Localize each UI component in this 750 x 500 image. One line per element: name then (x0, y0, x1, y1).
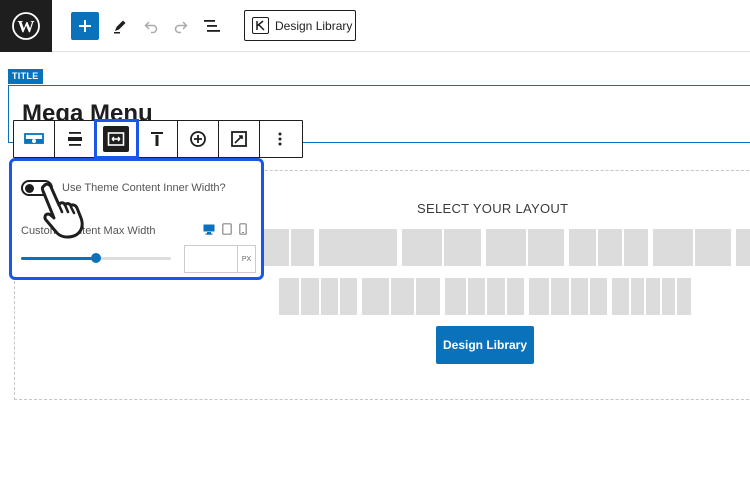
layout-option[interactable] (736, 229, 750, 266)
undo-icon (144, 21, 158, 34)
select-layout-heading: SELECT YOUR LAYOUT (417, 201, 569, 216)
layout-option[interactable] (319, 229, 397, 266)
layout-option[interactable] (445, 278, 524, 315)
svg-text:W: W (18, 17, 35, 36)
undo-button[interactable] (139, 14, 163, 38)
editor-top-toolbar: W Design Library (0, 0, 750, 52)
edit-image-icon (231, 131, 247, 147)
tools-button[interactable] (108, 14, 132, 38)
vertical-align-button[interactable] (137, 121, 178, 157)
layout-option[interactable] (279, 278, 357, 315)
layout-option[interactable] (486, 229, 564, 266)
pencil-icon (114, 20, 126, 34)
list-view-button[interactable] (200, 14, 224, 38)
content-width-icon (107, 132, 125, 146)
desktop-icon[interactable] (203, 224, 215, 235)
align-button[interactable] (55, 121, 96, 157)
layout-option[interactable] (402, 229, 481, 266)
tablet-icon[interactable] (222, 223, 232, 235)
layout-options-row-1 (262, 229, 750, 266)
layout-option[interactable] (262, 229, 314, 266)
block-toolbar (13, 119, 303, 159)
section-block-button[interactable] (14, 121, 55, 157)
add-block-button[interactable] (71, 12, 99, 40)
redo-button[interactable] (169, 14, 193, 38)
design-library-top-label: Design Library (275, 18, 353, 33)
section-block-icon (24, 133, 44, 144)
add-circle-icon (190, 131, 206, 147)
max-width-input[interactable] (184, 245, 238, 273)
editor-page: W Design Library TITLE Mega Menu SELECT … (0, 0, 750, 500)
add-inner-block-button[interactable] (178, 121, 219, 157)
redo-icon (174, 21, 188, 34)
hand-pointer-icon (40, 182, 84, 239)
design-library-icon (252, 17, 269, 34)
max-width-slider-fill (21, 257, 96, 260)
title-block-badge: TITLE (8, 69, 43, 84)
align-icon (68, 132, 82, 146)
list-view-icon (204, 20, 220, 32)
layout-option[interactable] (362, 278, 440, 315)
design-library-top-button[interactable]: Design Library (244, 10, 356, 41)
plus-icon (79, 20, 91, 32)
vertical-align-icon (151, 132, 163, 146)
design-library-button[interactable]: Design Library (436, 326, 534, 364)
layout-options-row-2 (279, 278, 691, 315)
max-width-slider-thumb[interactable] (91, 253, 101, 263)
unit-selector[interactable]: PX (238, 245, 256, 273)
content-width-button[interactable] (94, 119, 139, 159)
layout-option[interactable] (569, 229, 648, 266)
layout-option[interactable] (529, 278, 607, 315)
more-options-icon (278, 132, 282, 146)
layout-option[interactable] (612, 278, 691, 315)
mobile-icon[interactable] (239, 223, 247, 235)
max-width-slider[interactable] (21, 253, 171, 263)
more-options-button[interactable] (260, 121, 300, 157)
wordpress-logo-icon[interactable]: W (0, 0, 52, 52)
layout-option[interactable] (653, 229, 731, 266)
device-switcher (203, 223, 247, 235)
edit-image-button[interactable] (219, 121, 260, 157)
